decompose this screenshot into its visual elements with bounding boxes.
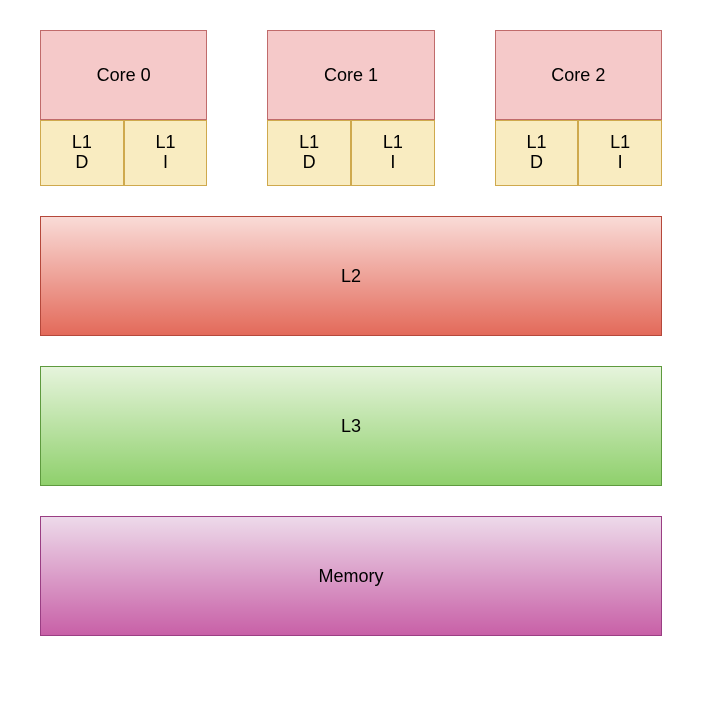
- core-0-l1d: L1 D: [40, 120, 124, 186]
- core-2-l1i-line1: L1: [610, 133, 630, 153]
- core-0-l1i-line1: L1: [155, 133, 175, 153]
- core-1-l1d: L1 D: [267, 120, 351, 186]
- core-2-l1i-line2: I: [618, 153, 623, 173]
- core-unit-2: Core 2 L1 D L1 I: [495, 30, 662, 186]
- core-0-l1i: L1 I: [124, 120, 208, 186]
- core-2-l1-row: L1 D L1 I: [495, 120, 662, 186]
- core-2-l1i: L1 I: [578, 120, 662, 186]
- core-1-l1i-line1: L1: [383, 133, 403, 153]
- core-0-l1d-line2: D: [75, 153, 88, 173]
- core-2-l1d-line2: D: [530, 153, 543, 173]
- l2-label: L2: [341, 266, 361, 287]
- core-1-l1i: L1 I: [351, 120, 435, 186]
- cache-hierarchy-diagram: Core 0 L1 D L1 I Core 1 L1 D: [40, 30, 662, 636]
- l3-label: L3: [341, 416, 361, 437]
- core-0-l1i-line2: I: [163, 153, 168, 173]
- core-1-l1i-line2: I: [390, 153, 395, 173]
- core-1-l1-row: L1 D L1 I: [267, 120, 434, 186]
- core-0-box: Core 0: [40, 30, 207, 120]
- core-0-l1d-line1: L1: [72, 133, 92, 153]
- core-1-l1d-line1: L1: [299, 133, 319, 153]
- core-0-label: Core 0: [97, 65, 151, 86]
- cores-row: Core 0 L1 D L1 I Core 1 L1 D: [40, 30, 662, 186]
- core-unit-0: Core 0 L1 D L1 I: [40, 30, 207, 186]
- core-0-l1-row: L1 D L1 I: [40, 120, 207, 186]
- l2-cache-bar: L2: [40, 216, 662, 336]
- core-1-box: Core 1: [267, 30, 434, 120]
- memory-label: Memory: [318, 566, 383, 587]
- core-1-l1d-line2: D: [303, 153, 316, 173]
- core-2-l1d: L1 D: [495, 120, 579, 186]
- core-unit-1: Core 1 L1 D L1 I: [267, 30, 434, 186]
- core-1-label: Core 1: [324, 65, 378, 86]
- core-2-box: Core 2: [495, 30, 662, 120]
- core-2-l1d-line1: L1: [526, 133, 546, 153]
- l3-cache-bar: L3: [40, 366, 662, 486]
- memory-bar: Memory: [40, 516, 662, 636]
- core-2-label: Core 2: [551, 65, 605, 86]
